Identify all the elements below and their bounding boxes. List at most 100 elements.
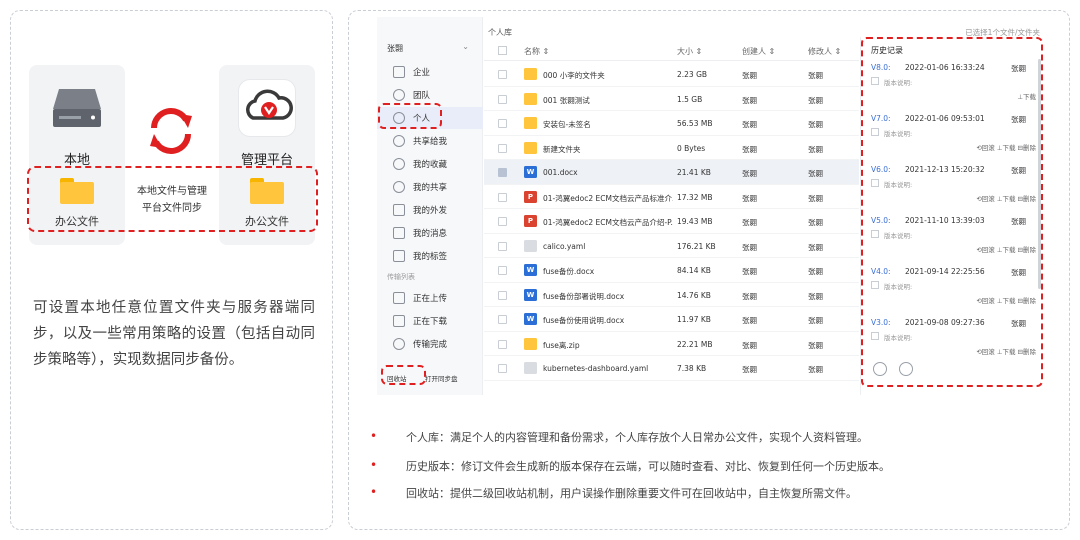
file-modifier: 张翾 [808,218,823,227]
row-checkbox[interactable] [498,94,507,104]
row-checkbox[interactable] [498,339,507,349]
sidebar-item-enterprise[interactable]: 企业 [377,61,483,83]
file-name: fuse备份部署说明.docx [543,291,625,301]
file-name: calico.yaml [543,241,586,251]
sidebar-item-shared-to-me[interactable]: 共享给我 [377,130,483,152]
table-row[interactable]: 001 张翾测试 1.5 GB 张翾 张翾 [484,87,859,111]
check-circle-icon [393,338,405,350]
table-row[interactable]: P 01-鸿翼edoc2 ECM文档云产品标准介... 17.32 MB 张翾 张翾 [484,185,859,209]
mail-icon [393,227,405,239]
file-creator: 张翾 [742,71,757,80]
cloud-logo-icon [246,89,293,120]
file-modifier: 张翾 [808,340,823,350]
row-checkbox[interactable] [498,192,507,202]
file-creator: 张翾 [742,242,757,252]
table-row[interactable]: kubernetes-dashboard.yaml 7.38 KB 张翾 张翾 [484,356,859,381]
table-row[interactable]: fuse离.zip 22.21 MB 张翾 张翾 [484,332,859,356]
row-checkbox[interactable] [498,290,507,300]
download-icon [393,315,405,327]
row-checkbox[interactable] [498,315,507,324]
file-creator: 张翾 [742,120,757,129]
file-creator: 张翾 [742,144,757,154]
highlight-recycle [381,365,426,385]
sidebar: 张翾 ⌄ 企业 团队 个人 共享给我 我的收藏 我的共享 我的外发 我的消息 我… [377,17,483,395]
row-checkbox[interactable] [498,119,507,128]
highlight-personal [378,103,442,129]
word-file-icon: W [524,166,537,178]
file-creator: 张翾 [742,193,757,203]
sidebar-item-outgoing[interactable]: 我的外发 [377,199,483,221]
user-selector[interactable]: 张翾 ⌄ [387,42,477,54]
upload-icon [393,292,405,304]
left-description: 可设置本地任意位置文件夹与服务器端同步，以及一些常用策略的设置（包括自动同步策略… [33,300,315,368]
row-checkbox[interactable] [498,241,507,251]
transfer-uploading[interactable]: 正在上传 [377,287,483,309]
transfer-downloading[interactable]: 正在下载 [377,310,483,332]
file-size: 0 Bytes [677,143,706,153]
row-checkbox[interactable] [498,168,507,177]
file-modifier: 张翾 [808,71,823,80]
row-checkbox[interactable] [498,364,507,373]
folder-icon [524,68,537,80]
sync-caption: 本地文件与管理 平台文件同步 [137,186,207,214]
sidebar-item-tags[interactable]: 我的标签 [377,245,483,267]
highlight-history [861,37,1043,387]
open-sync-disk-button[interactable]: 打开同步盘 [425,373,458,383]
folder-icon [524,117,537,129]
table-row[interactable]: calico.yaml 176.21 KB 张翾 张翾 [484,234,859,258]
column-modifier[interactable]: 修改人 ⇕ [808,46,841,57]
file-size: 84.14 KB [677,266,711,275]
file-modifier: 张翾 [808,267,823,276]
table-row[interactable]: 000 小李的文件夹 2.23 GB 张翾 张翾 [484,62,859,87]
table-row[interactable]: 新建文件夹 0 Bytes 张翾 张翾 [484,136,859,160]
ppt-file-icon: P [524,190,537,203]
file-size: 21.41 KB [677,168,711,177]
file-modifier: 张翾 [808,316,823,325]
file-size: 14.76 KB [677,290,711,300]
hard-drive-icon [53,89,101,127]
file-size: 7.38 KB [677,364,707,373]
breadcrumb[interactable]: 个人库 [488,27,512,38]
star-icon [393,158,405,170]
table-row[interactable]: W 001.docx 21.41 KB 张翾 张翾 [484,160,859,185]
file-creator: 张翾 [742,365,757,374]
file-name: fuse备份.docx [543,267,595,276]
file-name: kubernetes-dashboard.yaml [543,364,649,373]
row-checkbox[interactable] [498,266,507,275]
transfer-completed[interactable]: 传输完成 [377,333,483,355]
sidebar-item-messages[interactable]: 我的消息 [377,222,483,244]
sidebar-item-favorites[interactable]: 我的收藏 [377,153,483,175]
row-checkbox[interactable] [498,217,507,226]
table-row[interactable]: Wfuse备份.docx 84.14 KB 张翾 张翾 [484,258,859,283]
sidebar-item-my-shares[interactable]: 我的共享 [377,176,483,198]
file-modifier: 张翾 [808,242,823,252]
word-file-icon: W [524,288,537,301]
file-name: fuse离.zip [543,340,580,350]
table-row[interactable]: P 01-鸿翼edoc2 ECM文档云产品介绍-P... 19.43 MB 张翾 张翾 [484,209,859,234]
column-name[interactable]: 名称 ⇕ [524,46,549,57]
file-modifier: 张翾 [808,193,823,203]
share-users-icon [393,135,405,147]
file-modifier: 张翾 [808,169,823,178]
file-size: 1.5 GB [677,94,703,104]
file-creator: 张翾 [742,316,757,325]
row-checkbox[interactable] [498,143,507,153]
file-name: 安装包-未签名 [543,120,591,129]
file-creator: 张翾 [742,340,757,350]
file-modifier: 张翾 [808,144,823,154]
file-name: 001 张翾测试 [543,95,590,105]
file-size: 56.53 MB [677,119,713,128]
table-row[interactable]: Wfuse备份使用说明.docx 11.97 KB 张翾 张翾 [484,307,859,332]
column-creator[interactable]: 创建人 ⇕ [742,46,775,57]
file-name: 01-鸿翼edoc2 ECM文档云产品标准介... [543,193,673,203]
table-row[interactable]: Wfuse备份部署说明.docx 14.76 KB 张翾 张翾 [484,283,859,307]
share-icon [393,181,405,193]
file-size: 19.43 MB [677,217,713,226]
column-size[interactable]: 大小 ⇕ [677,46,702,57]
file-icon [524,362,537,374]
select-all-checkbox[interactable] [498,46,507,55]
table-row[interactable]: 安装包-未签名 56.53 MB 张翾 张翾 [484,111,859,136]
left-panel: 本地 办公文件 管理平台 办公文件 本地文件与管理 平台文件同步 可设置本地任意… [10,10,333,530]
file-name: 000 小李的文件夹 [543,71,605,80]
row-checkbox[interactable] [498,70,507,79]
